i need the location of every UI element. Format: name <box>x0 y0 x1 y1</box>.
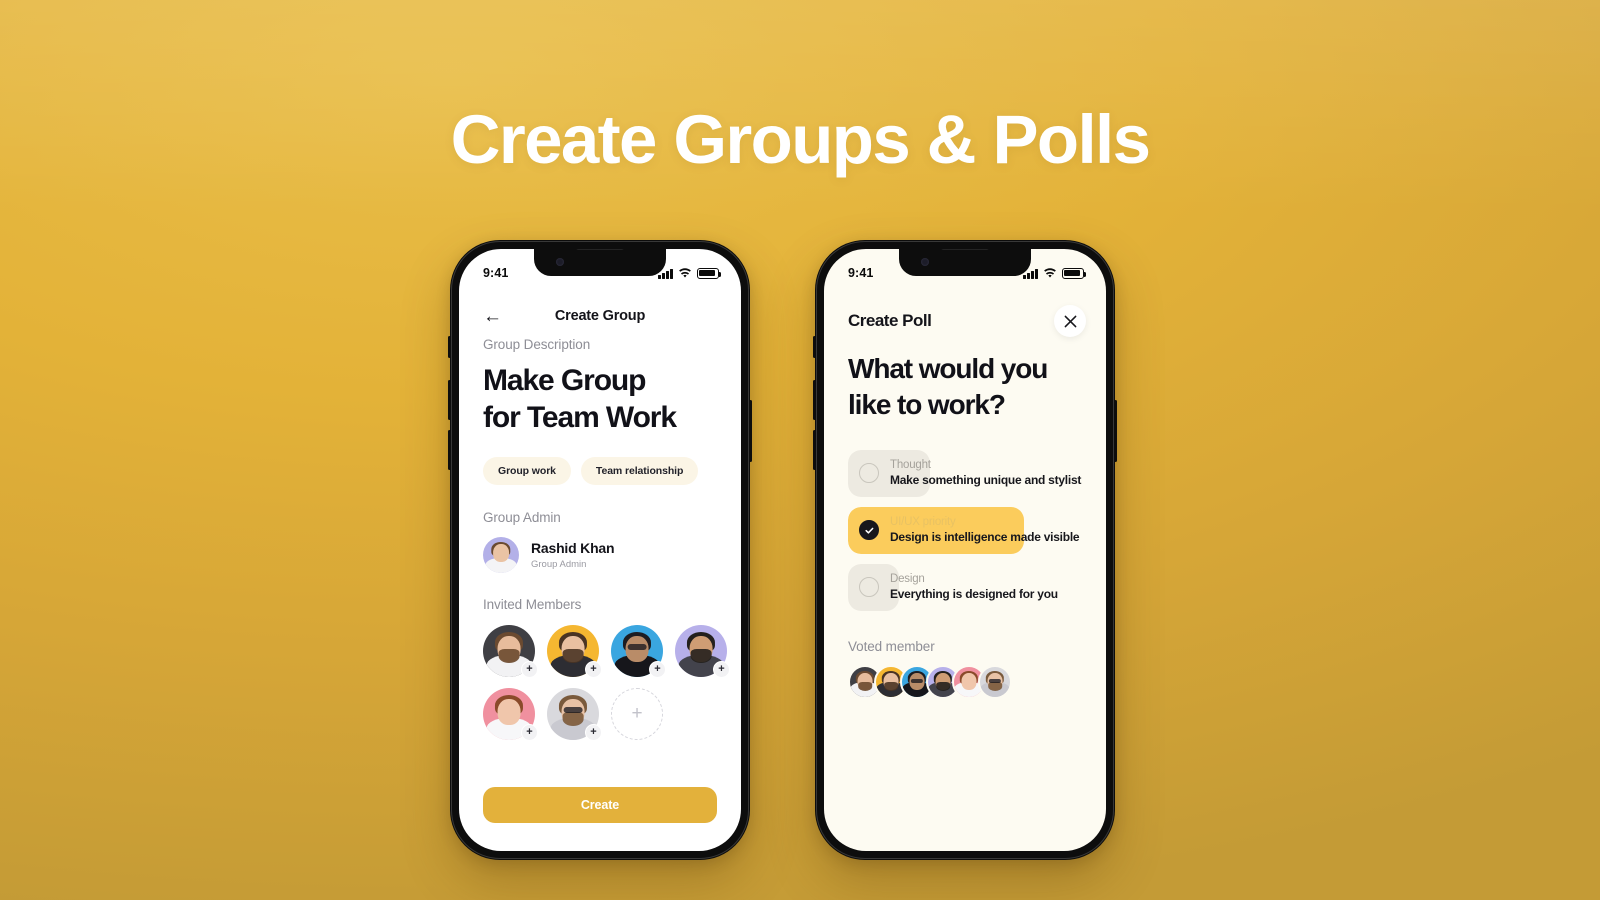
invited-members-label: Invited Members <box>483 597 582 613</box>
poll-option-kicker: Design <box>890 572 925 585</box>
group-tags: Group work Team relationship <box>483 457 717 486</box>
close-button[interactable] <box>1054 305 1086 337</box>
silent-switch[interactable] <box>813 336 816 358</box>
group-description-label: Group Description <box>483 337 591 352</box>
invited-members-grid: + + + + + + + <box>483 625 730 742</box>
power-button[interactable] <box>749 400 752 462</box>
page-title: Create Groups & Polls <box>450 101 1151 178</box>
radio-unchecked-icon[interactable] <box>859 577 879 598</box>
create-group-navbar: ← Create Group <box>459 299 741 333</box>
volume-down-button[interactable] <box>448 430 451 470</box>
plus-icon[interactable]: + <box>521 661 538 679</box>
close-icon <box>1064 315 1076 327</box>
create-group-screen: 9:41 ← Create Group Group Description Ma… <box>459 249 741 851</box>
create-poll-body: What would you like to work? Thought Make… <box>824 351 1106 851</box>
group-admin-row[interactable]: Rashid Khan Group Admin <box>483 537 717 574</box>
status-time: 9:41 <box>483 266 509 280</box>
plus-icon[interactable]: + <box>649 661 666 679</box>
create-group-title: Create Group <box>554 308 646 324</box>
plus-icon[interactable]: + <box>585 724 602 742</box>
avatar <box>978 664 1012 699</box>
earpiece-speaker <box>576 249 624 250</box>
status-time: 9:41 <box>848 266 874 280</box>
poll-option[interactable]: UI/UX priority Design is intelligence mad… <box>848 506 1082 554</box>
poll-option[interactable]: Thought Make something unique and stylist <box>848 449 1082 497</box>
add-member-button[interactable]: + <box>611 688 663 741</box>
wifi-icon <box>1043 267 1057 279</box>
create-group-body: Group Description Make Group for Team Wo… <box>459 337 741 851</box>
tag-group-work[interactable]: Group work <box>483 457 571 486</box>
poll-option[interactable]: Design Everything is designed for you <box>848 563 1082 611</box>
group-heading-line2: for Team Work <box>483 400 677 434</box>
voted-member-avatar[interactable] <box>978 664 1012 699</box>
create-poll-title: Create Poll <box>848 311 932 330</box>
voted-member-label: Voted member <box>848 638 935 654</box>
poll-option-text: Design is intelligence made visible <box>890 529 1080 544</box>
admin-avatar <box>483 537 519 574</box>
radio-unchecked-icon[interactable] <box>859 463 879 484</box>
phone-mockup-create-group: 9:41 ← Create Group Group Description Ma… <box>448 240 752 860</box>
plus-icon[interactable]: + <box>585 661 602 679</box>
battery-icon <box>1062 267 1087 279</box>
plus-icon[interactable]: + <box>713 661 730 679</box>
group-admin-label: Group Admin <box>483 510 561 526</box>
member-avatar[interactable]: + <box>483 688 538 742</box>
poll-option-kicker: UI/UX priority <box>890 515 956 528</box>
power-button[interactable] <box>1114 400 1117 462</box>
volume-up-button[interactable] <box>813 380 816 420</box>
poll-question-line2: like to work? <box>848 388 1006 420</box>
plus-icon[interactable]: + <box>521 724 538 742</box>
group-heading: Make Group for Team Work <box>483 363 717 436</box>
battery-icon <box>697 267 722 279</box>
create-button[interactable]: Create <box>483 787 717 823</box>
voted-members-row <box>848 664 1082 699</box>
radio-checked-icon[interactable] <box>859 520 879 541</box>
poll-options-list: Thought Make something unique and stylist… <box>848 449 1082 611</box>
phone-mockup-create-poll: 9:41 Create Poll What would you like to … <box>813 240 1117 860</box>
wifi-icon <box>678 267 692 279</box>
tag-team-relationship[interactable]: Team relationship <box>580 457 699 486</box>
poll-option-text: Everything is designed for you <box>890 586 1058 601</box>
create-poll-navbar: Create Poll <box>824 301 1106 341</box>
group-heading-line1: Make Group <box>483 364 646 397</box>
device-notch <box>534 249 666 276</box>
front-camera-icon <box>921 258 929 266</box>
member-avatar[interactable]: + <box>483 625 538 679</box>
member-avatar[interactable]: + <box>547 625 602 679</box>
earpiece-speaker <box>941 249 989 250</box>
front-camera-icon <box>556 258 564 266</box>
member-avatar[interactable]: + <box>547 688 602 742</box>
silent-switch[interactable] <box>448 336 451 358</box>
member-avatar[interactable]: + <box>611 625 666 679</box>
admin-role: Group Admin <box>531 559 587 571</box>
volume-up-button[interactable] <box>448 380 451 420</box>
poll-option-text: Make something unique and stylist <box>890 472 1082 487</box>
create-poll-screen: 9:41 Create Poll What would you like to … <box>824 249 1106 851</box>
poll-question-line1: What would you <box>848 353 1048 384</box>
poll-question: What would you like to work? <box>848 351 1082 423</box>
volume-down-button[interactable] <box>813 430 816 470</box>
device-notch <box>899 249 1031 276</box>
member-avatar[interactable]: + <box>675 625 730 679</box>
admin-name: Rashid Khan <box>531 540 615 557</box>
poll-option-kicker: Thought <box>890 458 931 471</box>
